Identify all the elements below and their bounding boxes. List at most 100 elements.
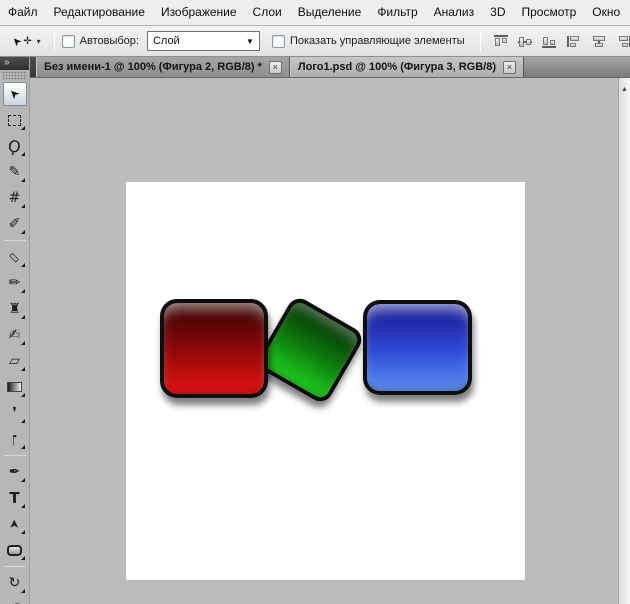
tab-close-button[interactable]: × [503,60,517,74]
align-top-edges-button[interactable] [492,34,510,49]
rectangular-marquee-tool[interactable] [3,108,27,132]
show-transform-controls-label: Показать управляющие элементы [289,35,465,47]
3d-rotate-icon: ↻ [8,575,21,591]
move-tool[interactable]: ➤ [2,82,27,106]
gradient-tool[interactable] [3,375,27,399]
quick-selection-tool[interactable]: ✎ [3,160,27,184]
dodge-icon: ♩ [11,431,18,447]
menu-item[interactable]: Слои [245,0,290,25]
path-selection-tool[interactable]: ➤ [3,512,27,536]
healing-icon: ▭ [5,248,24,266]
canvas-work-area[interactable] [30,78,618,604]
align-vertical-centers-button[interactable] [516,34,534,49]
auto-select-target-value: Слой [152,35,180,47]
lasso-tool[interactable]: Ϙ [3,134,27,158]
crop-tool[interactable]: # [3,186,27,210]
toolbar-separator [3,566,26,567]
align-bottom-edges-icon [541,45,556,48]
options-separator [479,30,481,52]
eraser-icon: ▱ [9,353,20,369]
tab-strip: Без имени-1 @ 100% (Фигура 2, RGB/8) * × Л… [36,57,525,77]
type-icon: T [9,489,20,507]
tools-list: ➤Ϙ✎#✐▭✏♜✍▱❜♩✒T➤↻↺✌ [0,81,29,604]
blue-rounded-square[interactable] [363,300,472,395]
auto-select-checkbox[interactable] [61,34,75,48]
move-cross-icon: ✛ [23,35,32,47]
menu-item[interactable]: Просмотр [513,0,584,25]
document-canvas[interactable] [126,182,525,580]
align-left-edges-icon [566,35,569,47]
align-horizontal-centers-icon [592,35,605,41]
auto-select-label: Автовыбор: [79,35,139,47]
quick-select-icon: ✎ [8,164,21,180]
photoshop-window: Файл Редактирование Изображение Слои Выделен… [0,0,630,604]
marquee-icon [8,114,21,126]
align-top-edges-icon [494,37,500,46]
align-vertical-centers-icon [518,36,524,47]
auto-select-target-dropdown[interactable]: Слой ▼ [146,31,260,51]
vertical-scrollbar[interactable]: ▲ [618,78,630,604]
tools-panel-grip[interactable] [2,71,27,80]
menu-item[interactable]: Фильтр [369,0,425,25]
align-vertical-centers-icon [525,38,531,45]
document-tab[interactable]: Без имени-1 @ 100% (Фигура 2, RGB/8) * × [36,57,290,77]
align-left-edges-button[interactable] [566,34,584,49]
menu-item[interactable]: Файл [0,0,46,25]
scroll-up-arrow-icon[interactable]: ▲ [619,78,630,93]
red-rounded-square[interactable] [160,299,268,398]
green-rotated-square[interactable] [253,293,367,407]
align-bottom-edges-button[interactable] [540,34,558,49]
tab-close-button[interactable]: × [268,60,282,74]
align-right-edges-button[interactable] [614,34,630,49]
align-group [566,34,630,49]
eyedropper-icon: ✐ [8,216,21,232]
rounded-rectangle-tool[interactable] [3,538,27,562]
move-tool-icon: ➤ [8,33,25,49]
blur-tool[interactable]: ❜ [3,401,27,425]
align-bottom-edges-icon [549,39,555,45]
menu-item[interactable]: Окно [584,0,628,25]
history-brush-icon: ✍ [8,327,21,343]
tab-title: Без имени-1 @ 100% (Фигура 2, RGB/8) * [44,61,262,73]
dodge-tool[interactable]: ♩ [3,427,27,451]
align-horizontal-centers-button[interactable] [590,34,608,49]
menu-item[interactable]: Редактирование [46,0,153,25]
shape-icon [7,544,22,556]
toolbar-separator [3,455,26,456]
align-group [492,34,558,49]
menu-item[interactable]: Выделение [290,0,370,25]
stamp-icon: ♜ [8,301,21,317]
spot-healing-brush-tool[interactable]: ▭ [3,245,27,269]
align-top-edges-icon [493,34,508,37]
align-horizontal-centers-icon [594,42,603,47]
type-tool[interactable]: T [3,486,27,510]
current-tool-button[interactable]: ➤ ✛ ▾ [6,33,47,49]
eraser-tool[interactable]: ▱ [3,349,27,373]
toolbar-separator [3,240,26,241]
clone-stamp-tool[interactable]: ♜ [3,297,27,321]
show-transform-controls-checkbox[interactable] [271,34,285,48]
options-bar: ➤ ✛ ▾ Автовыбор: Слой ▼ Показать управля… [0,26,630,57]
3d-orbit-tool[interactable]: ↺ [3,597,27,604]
lasso-icon: Ϙ [6,135,23,157]
menu-item[interactable]: Изображение [153,0,245,25]
menu-bar: Файл Редактирование Изображение Слои Выделен… [0,0,630,26]
document-tab[interactable]: Лого1.psd @ 100% (Фигура 3, RGB/8) × [289,57,525,77]
brush-tool[interactable]: ✏ [3,271,27,295]
brush-icon: ✏ [8,275,21,291]
eyedropper-tool[interactable]: ✐ [3,212,27,236]
align-left-edges-icon [569,42,576,47]
align-left-edges-icon [569,35,579,41]
tab-title: Лого1.psd @ 100% (Фигура 3, RGB/8) [297,61,497,73]
history-brush-tool[interactable]: ✍ [3,323,27,347]
crop-icon: # [8,190,21,206]
menu-item[interactable]: Анализ [426,0,483,25]
tool-preset-dropdown-icon[interactable]: ▾ [37,37,41,46]
pen-tool[interactable]: ✒ [3,460,27,484]
3d-rotate-tool[interactable]: ↻ [3,571,27,595]
gradient-icon [7,382,22,392]
menu-item[interactable]: 3D [482,0,513,25]
tools-panel-collapse-button[interactable]: » [0,57,29,70]
align-bottom-edges-icon [542,36,548,45]
blur-icon: ❜ [12,405,17,421]
